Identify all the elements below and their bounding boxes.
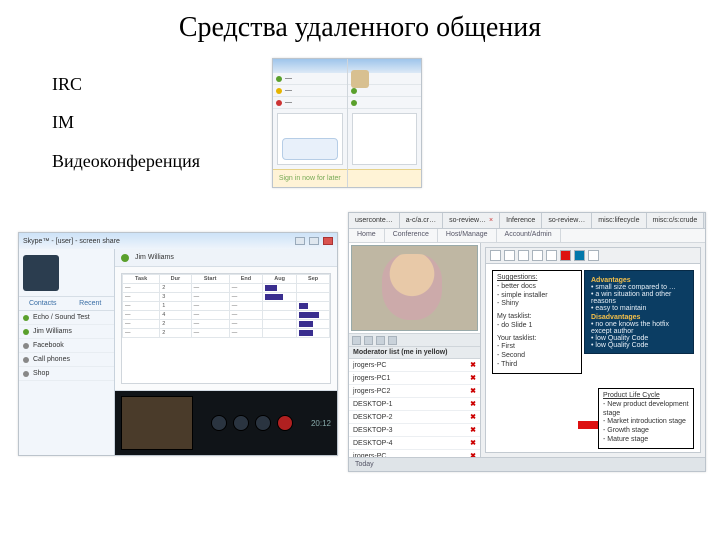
participant-row[interactable]: DESKTOP-4✖ [349, 437, 480, 450]
tab-recent[interactable]: Recent [67, 297, 115, 310]
maximize-button[interactable] [309, 237, 319, 245]
browser-tab[interactable]: misc:lifecycle [592, 213, 646, 228]
nav-conference[interactable]: Conference [385, 229, 438, 242]
tool-undo-icon[interactable] [588, 250, 599, 261]
skype-titlebar: Skype™ - [user] - screen share [19, 233, 337, 249]
webcam-panel [351, 245, 478, 331]
participant-row[interactable]: jrogers-PC✖ [349, 450, 480, 457]
close-icon[interactable]: × [489, 217, 493, 224]
nav-home[interactable]: Home [349, 229, 385, 242]
remove-icon[interactable]: ✖ [470, 452, 476, 457]
skype-window-title: Skype™ - [user] - screen share [23, 238, 120, 245]
participant-row[interactable]: jrogers-PC1✖ [349, 372, 480, 385]
tool-color-icon[interactable] [560, 250, 571, 261]
remove-icon[interactable]: ✖ [470, 387, 476, 395]
participant-row[interactable]: DESKTOP-3✖ [349, 424, 480, 437]
slide-title: Средства удаленного общения [40, 12, 680, 44]
bullet-video: Видеоконференция [52, 145, 200, 177]
participants-list: jrogers-PC✖ jrogers-PC1✖ jrogers-PC2✖ DE… [349, 359, 480, 457]
im-contact: — [285, 75, 292, 82]
im-contact: — [285, 87, 292, 94]
panel-heading: Advantages [591, 277, 687, 284]
note-heading: Your tasklist: [497, 335, 577, 344]
participant-row[interactable]: DESKTOP-2✖ [349, 411, 480, 424]
remove-icon[interactable]: ✖ [470, 400, 476, 408]
skype-screenshot: Skype™ - [user] - screen share Contacts … [18, 232, 338, 456]
add-button[interactable] [255, 415, 271, 431]
skype-sidebar: Contacts Recent Echo / Sound Test Jim Wi… [19, 249, 115, 455]
call-duration: 20:12 [311, 419, 331, 428]
browser-tab[interactable]: misc:c/s:crude [647, 213, 705, 228]
note-heading: Suggestions: [497, 274, 577, 283]
browser-tab[interactable]: userconte… [349, 213, 400, 228]
active-contact-name: Jim Williams [135, 254, 174, 261]
close-button[interactable] [323, 237, 333, 245]
tool-pen-icon[interactable] [532, 250, 543, 261]
call-strip: 20:12 [115, 391, 337, 455]
mute-button[interactable] [211, 415, 227, 431]
tool-text-icon[interactable] [504, 250, 515, 261]
remove-icon[interactable]: ✖ [470, 374, 476, 382]
participant-row[interactable]: jrogers-PC✖ [349, 359, 480, 372]
sidebar-item[interactable]: Facebook [19, 339, 114, 353]
status-bar: Today [349, 457, 705, 471]
im-client-screenshot: — — — Sign in now for later [272, 58, 422, 188]
tool-share-icon[interactable] [364, 336, 373, 345]
self-avatar [23, 255, 59, 291]
browser-tab-row: userconte… a-c/a.cr… so-review…× Inferen… [349, 213, 705, 229]
tool-rect-icon[interactable] [518, 250, 529, 261]
remove-icon[interactable]: ✖ [470, 426, 476, 434]
minimize-button[interactable] [295, 237, 305, 245]
sidebar-item[interactable]: Jim Williams [19, 325, 114, 339]
tool-pointer-icon[interactable] [490, 250, 501, 261]
im-contact: — [285, 99, 292, 106]
sticky-note[interactable]: Suggestions: - better docs - simple inst… [492, 270, 582, 374]
note-heading: Product Life Cycle [603, 392, 689, 401]
browser-tab[interactable]: so-review…× [443, 213, 500, 228]
whiteboard[interactable]: Suggestions: - better docs - simple inst… [485, 247, 701, 453]
im-signin-banner: Sign in now for later [273, 169, 347, 187]
participants-header: Moderator list (me in yellow) [349, 347, 480, 359]
remove-icon[interactable]: ✖ [470, 413, 476, 421]
tool-color-icon[interactable] [574, 250, 585, 261]
screen-share-area: Task Dur Start End Aug Sep —2—— —3—— —1—… [115, 267, 337, 391]
sidebar-item[interactable]: Echo / Sound Test [19, 311, 114, 325]
webcam-toolbar [349, 333, 480, 347]
nav-host[interactable]: Host/Manage [438, 229, 497, 242]
tool-chat-icon[interactable] [352, 336, 361, 345]
browser-tab[interactable]: Inference [500, 213, 542, 228]
sidebar-item[interactable]: Shop [19, 367, 114, 381]
shared-spreadsheet: Task Dur Start End Aug Sep —2—— —3—— —1—… [122, 274, 330, 338]
webconference-screenshot: userconte… a-c/a.cr… so-review…× Inferen… [348, 212, 706, 472]
whiteboard-toolbar [486, 248, 700, 264]
hangup-button[interactable] [277, 415, 293, 431]
info-panel: Advantages • small size compared to … • … [584, 270, 694, 354]
remote-video-thumb [121, 396, 193, 450]
panel-heading: Disadvantages [591, 314, 687, 321]
remove-icon[interactable]: ✖ [470, 439, 476, 447]
nav-account[interactable]: Account/Admin [497, 229, 561, 242]
bullet-im: IM [52, 106, 200, 138]
browser-tab[interactable]: a-c/a.cr… [400, 213, 443, 228]
remove-icon[interactable]: ✖ [470, 361, 476, 369]
sticky-note[interactable]: Product Life Cycle - New product develop… [598, 388, 694, 449]
tool-erase-icon[interactable] [546, 250, 557, 261]
sidebar-item[interactable]: Call phones [19, 353, 114, 367]
tool-record-icon[interactable] [376, 336, 385, 345]
bullet-list: IRC IM Видеоконференция [52, 68, 200, 183]
bullet-irc: IRC [52, 68, 200, 100]
app-nav: Home Conference Host/Manage Account/Admi… [349, 229, 705, 243]
note-heading: My tasklist: [497, 313, 577, 322]
participant-row[interactable]: jrogers-PC2✖ [349, 385, 480, 398]
video-toggle-button[interactable] [233, 415, 249, 431]
tab-contacts[interactable]: Contacts [19, 297, 67, 310]
presence-icon [121, 254, 129, 262]
participant-row[interactable]: DESKTOP-1✖ [349, 398, 480, 411]
tool-settings-icon[interactable] [388, 336, 397, 345]
browser-tab[interactable]: so-review… [542, 213, 592, 228]
